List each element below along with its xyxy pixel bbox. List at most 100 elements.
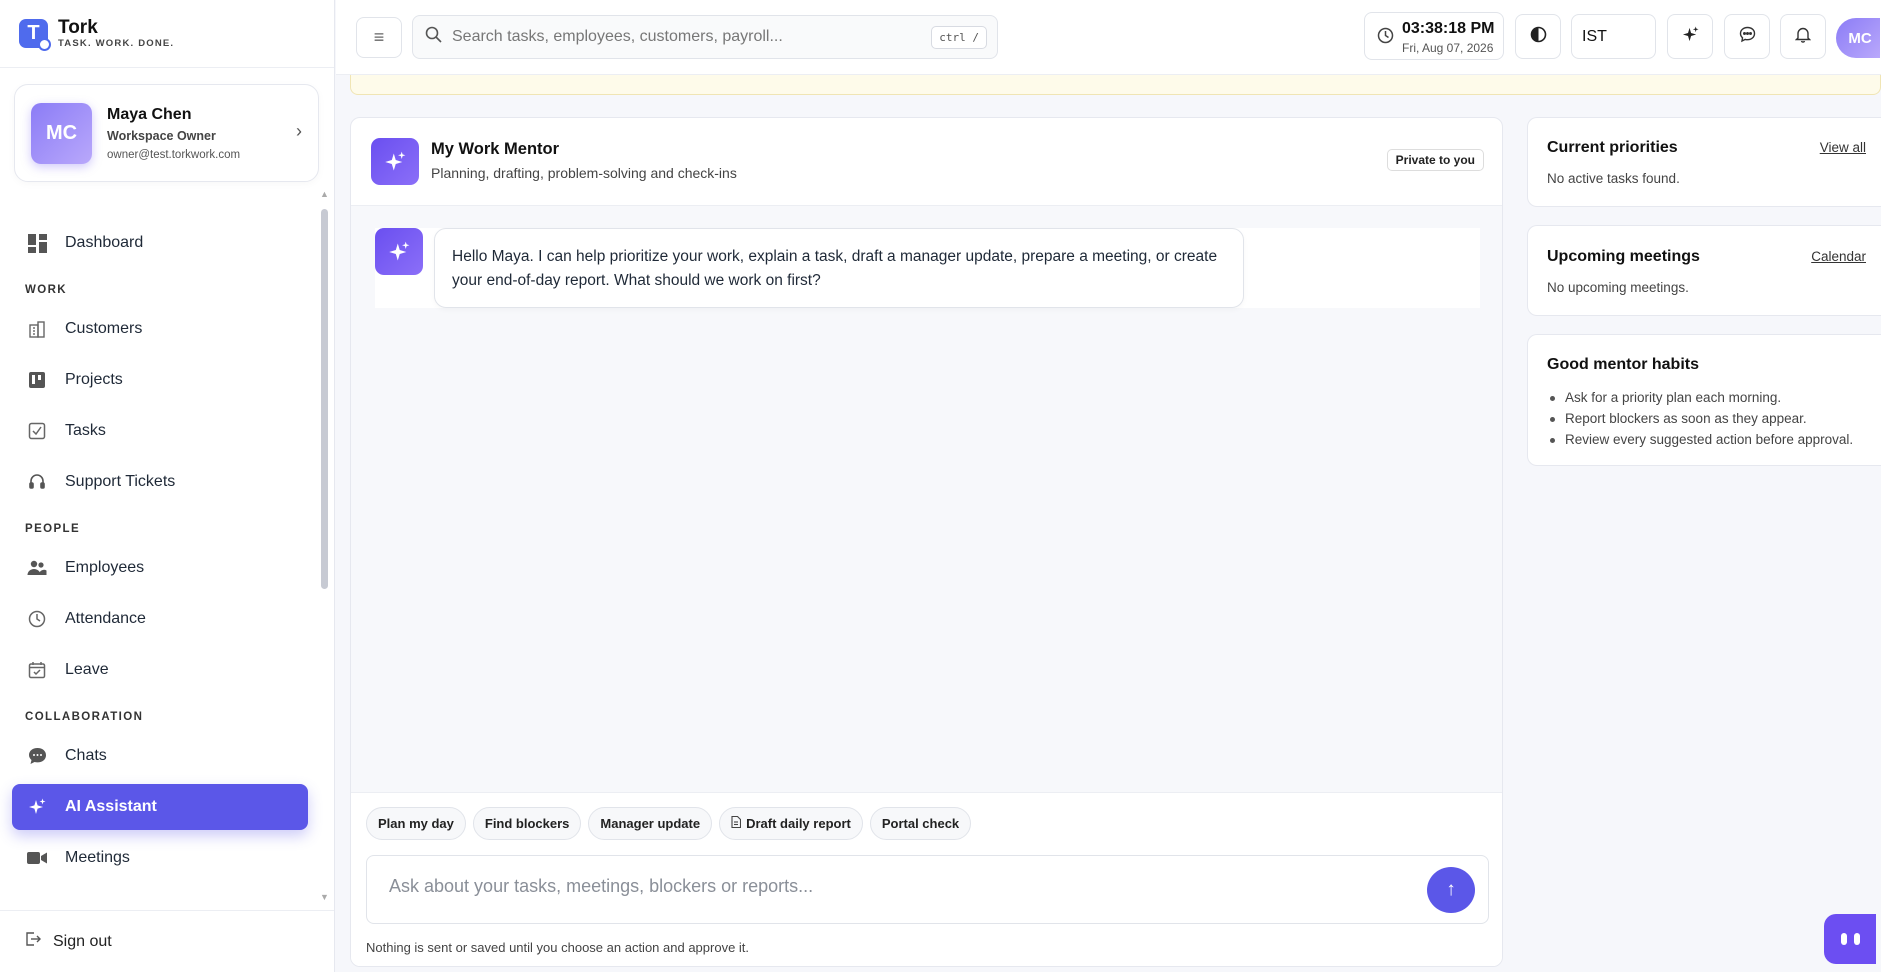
sidebar-item-label: Customers: [65, 320, 143, 337]
user-avatar-button[interactable]: MC: [1836, 18, 1880, 58]
search-shortcut-hint: ctrl /: [931, 26, 987, 49]
ai-quick-button[interactable]: [1667, 14, 1713, 59]
sidebar-item-attendance[interactable]: Attendance: [12, 596, 308, 642]
chip-manager-update[interactable]: Manager update: [588, 807, 713, 840]
assistant-message: Hello Maya. I can help prioritize your w…: [375, 228, 1480, 308]
hamburger-icon: ≡: [373, 27, 385, 47]
priorities-title: Current priorities: [1547, 139, 1678, 156]
message-bubble-icon: [1739, 26, 1756, 48]
brand-name: Tork: [58, 16, 98, 38]
meetings-empty-text: No upcoming meetings.: [1547, 280, 1689, 295]
sidebar: T Tork TASK. WORK. DONE. MC Maya Chen Wo…: [0, 0, 335, 972]
users-icon: [27, 558, 47, 578]
sidebar-item-employees[interactable]: Employees: [12, 545, 308, 591]
sidebar-item-label: Meetings: [65, 849, 130, 866]
quick-action-chips: Plan my day Find blockers Manager update…: [366, 807, 972, 840]
sidebar-item-label: Projects: [65, 371, 123, 388]
chip-portal-check[interactable]: Portal check: [869, 807, 972, 840]
assistant-message-text: Hello Maya. I can help prioritize your w…: [434, 228, 1244, 308]
habits-list: Ask for a priority plan each morning. Re…: [1547, 387, 1853, 450]
message-composer[interactable]: ↑: [366, 855, 1489, 924]
sidebar-item-label: Leave: [65, 661, 109, 678]
meetings-card: Upcoming meetings Calendar No upcoming m…: [1527, 225, 1881, 316]
nav-section-people: PEOPLE: [25, 523, 81, 535]
search-icon: [425, 26, 442, 48]
global-search[interactable]: ctrl /: [412, 15, 998, 59]
view-all-link[interactable]: View all: [1820, 140, 1866, 155]
sidebar-scrollbar[interactable]: ▲ ▼: [320, 189, 329, 902]
habits-card: Good mentor habits Ask for a priority pl…: [1527, 334, 1881, 466]
calendar-check-icon: [27, 660, 47, 680]
arrow-up-icon: ↑: [1446, 879, 1456, 900]
sidebar-item-ai-assistant[interactable]: AI Assistant: [12, 784, 308, 830]
menu-toggle-button[interactable]: ≡: [356, 17, 402, 58]
chat-messages[interactable]: Hello Maya. I can help prioritize your w…: [351, 206, 1502, 792]
send-button[interactable]: ↑: [1427, 867, 1475, 913]
chat-header: My Work Mentor Planning, drafting, probl…: [351, 118, 1502, 206]
nav-section-collaboration: COLLABORATION: [25, 711, 144, 723]
tork-logo-icon: T: [19, 19, 51, 51]
list-item: Review every suggested action before app…: [1547, 429, 1853, 450]
sidebar-item-label: AI Assistant: [65, 798, 157, 815]
theme-toggle-button[interactable]: [1515, 14, 1561, 59]
privacy-badge: Private to you: [1386, 149, 1484, 171]
checkbox-icon: [27, 421, 47, 441]
bell-icon: [1794, 26, 1812, 48]
sidebar-item-dashboard[interactable]: Dashboard: [12, 220, 308, 266]
chat-bubble-icon: [27, 746, 47, 766]
brand[interactable]: T Tork TASK. WORK. DONE.: [0, 0, 334, 68]
meetings-title: Upcoming meetings: [1547, 248, 1700, 265]
priorities-empty-text: No active tasks found.: [1547, 171, 1680, 186]
sidebar-item-label: Employees: [65, 559, 145, 576]
sidebar-item-customers[interactable]: Customers: [12, 306, 308, 352]
chat-subtitle: Planning, drafting, problem-solving and …: [431, 165, 737, 181]
chip-label: Draft daily report: [746, 816, 851, 831]
message-input[interactable]: [389, 876, 1389, 897]
brand-tagline: TASK. WORK. DONE.: [58, 37, 175, 49]
notifications-button[interactable]: [1780, 14, 1826, 59]
sidebar-item-label: Tasks: [65, 422, 106, 439]
chevron-right-icon: ›: [296, 121, 302, 141]
top-bar: ≡ ctrl / 03:38:18 PM Fri, Aug 07, 2026 I…: [336, 0, 1881, 75]
sidebar-item-support-tickets[interactable]: Support Tickets: [12, 459, 308, 505]
sidebar-item-meetings[interactable]: Meetings: [12, 835, 308, 881]
clock-icon: [1377, 27, 1394, 49]
sidebar-item-projects[interactable]: Projects: [12, 357, 308, 403]
profile-avatar: MC: [31, 103, 92, 164]
messages-button[interactable]: [1724, 14, 1770, 59]
sidebar-item-leave[interactable]: Leave: [12, 647, 308, 693]
assistant-sparkles-icon: [375, 228, 423, 275]
mentor-chat-panel: My Work Mentor Planning, drafting, probl…: [350, 117, 1503, 967]
calendar-link[interactable]: Calendar: [1811, 249, 1866, 264]
video-camera-icon: [27, 848, 47, 868]
timezone-select[interactable]: IST: [1571, 14, 1656, 59]
sidebar-item-chats[interactable]: Chats: [12, 733, 308, 779]
contrast-icon: [1530, 26, 1547, 48]
notice-banner: [350, 75, 1881, 95]
chat-title: My Work Mentor: [431, 140, 560, 158]
sidebar-item-tasks[interactable]: Tasks: [12, 408, 308, 454]
sidebar-scroll-thumb[interactable]: [321, 209, 328, 589]
clock-widget[interactable]: 03:38:18 PM Fri, Aug 07, 2026: [1364, 12, 1504, 60]
headset-icon: [27, 472, 47, 492]
clock-icon: [27, 609, 47, 629]
scroll-down-arrow-icon[interactable]: ▼: [320, 892, 329, 902]
nav-section-work: WORK: [25, 284, 68, 296]
chip-find-blockers[interactable]: Find blockers: [472, 807, 582, 840]
kanban-board-icon: [27, 370, 47, 390]
sign-out-button[interactable]: Sign out: [0, 910, 334, 972]
document-icon: [731, 815, 742, 831]
priorities-card: Current priorities View all No active ta…: [1527, 117, 1881, 207]
profile-card[interactable]: MC Maya Chen Workspace Owner owner@test.…: [14, 84, 319, 182]
profile-name: Maya Chen: [107, 106, 192, 123]
chip-draft-daily-report[interactable]: Draft daily report: [719, 807, 863, 840]
dashboard-icon: [27, 233, 47, 253]
assistant-bot-fab[interactable]: [1824, 914, 1876, 964]
scroll-up-arrow-icon[interactable]: ▲: [320, 189, 329, 199]
logo-check-badge: [38, 38, 51, 51]
search-input[interactable]: [452, 28, 922, 46]
profile-email: owner@test.torkwork.com: [107, 149, 241, 161]
chip-plan-my-day[interactable]: Plan my day: [366, 807, 466, 840]
sparkles-icon: [1682, 25, 1699, 48]
list-item: Ask for a priority plan each morning.: [1547, 387, 1853, 408]
